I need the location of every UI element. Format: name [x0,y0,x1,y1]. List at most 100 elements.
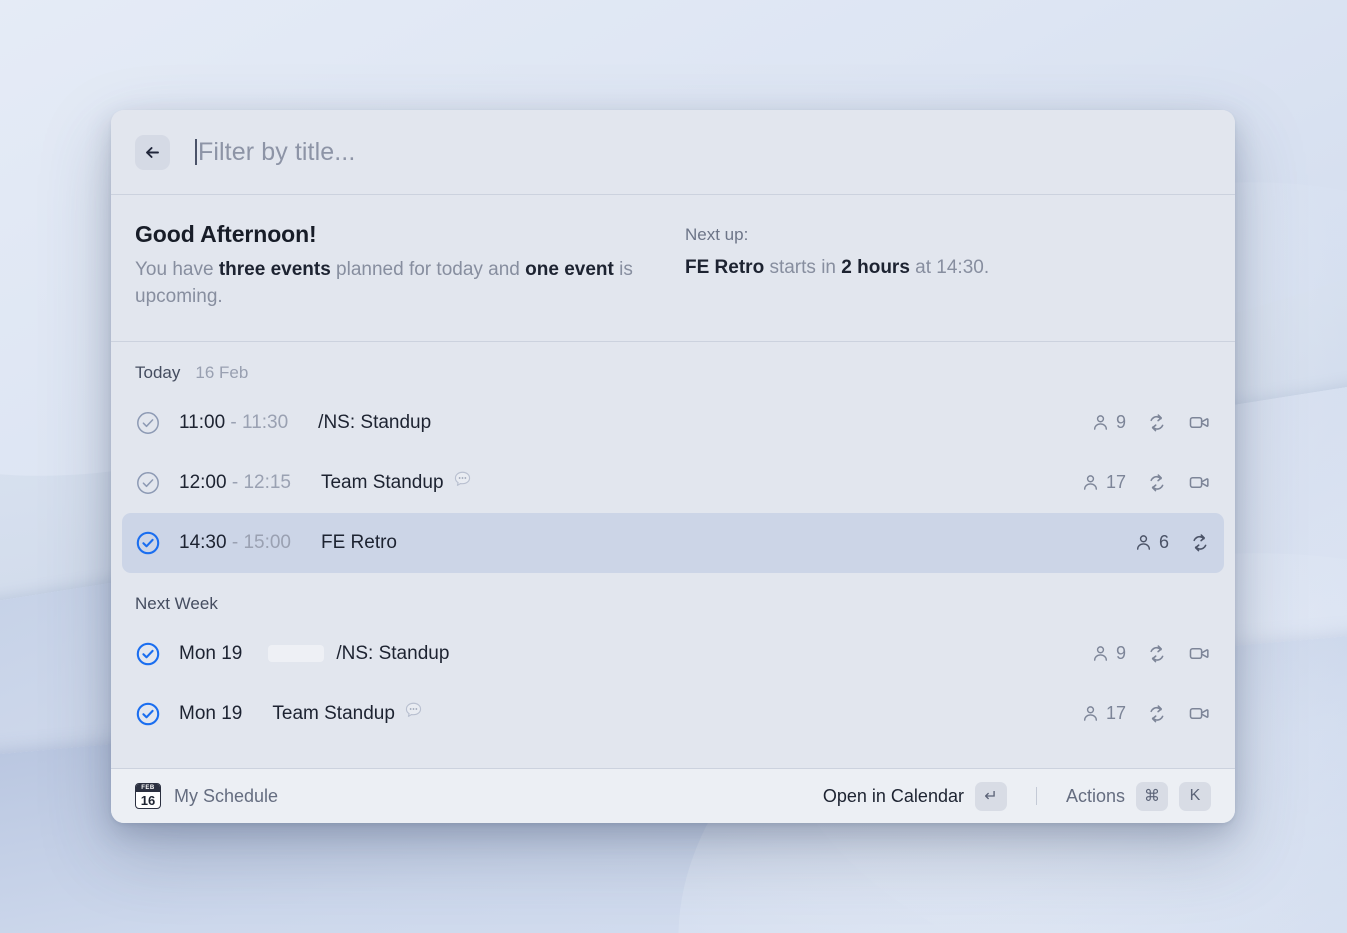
video-camera-icon[interactable] [1188,642,1211,665]
check-circle-icon[interactable] [135,641,163,667]
attendees-count: 6 [1159,532,1169,553]
event-time-start: 11:00 [179,412,225,433]
attendees-count: 9 [1116,643,1126,664]
command-palette-window: Filter by title... Good Afternoon! You h… [111,110,1235,823]
check-circle-icon[interactable] [135,530,163,556]
event-row[interactable]: 12:00 - 12:15 Team Standup 17 [122,453,1224,513]
event-time-end: 15:00 [243,532,291,553]
event-meta: 9 [1091,411,1211,434]
search-input[interactable]: Filter by title... [198,140,355,165]
attendees-count: 9 [1116,412,1126,433]
event-time: 11:00 - 11:30 [179,412,288,434]
open-in-calendar-action[interactable]: Open in Calendar ↵ [823,782,1007,811]
event-title-wrap: Team Standup [321,469,473,496]
back-button[interactable] [135,135,170,170]
comment-bubble-icon[interactable] [403,700,424,727]
video-camera-icon[interactable] [1188,702,1211,725]
repeat-icon[interactable] [1146,472,1168,494]
person-icon [1081,473,1100,492]
next-up-label: Next up: [685,225,989,245]
attendees-indicator: 9 [1091,412,1126,433]
event-time-end: 11:30 [242,412,288,433]
video-camera-icon[interactable] [1188,471,1211,494]
attendees-indicator: 6 [1134,532,1169,553]
next-up-relative-time: 2 hours [841,257,910,278]
enter-key-hint[interactable]: ↵ [975,782,1007,811]
greeting-upcoming-count: one event [525,259,614,280]
event-title: Team Standup [272,703,395,725]
actions-label: Actions [1066,786,1125,807]
event-time-start: Mon 19 [179,643,242,664]
person-icon [1091,644,1110,663]
check-circle-icon[interactable] [135,470,163,496]
event-time: Mon 19 [179,643,242,665]
event-row[interactable]: Mon 19/NS: Standup 9 [122,624,1224,684]
greeting-section: Good Afternoon! You have three events pl… [111,195,1235,342]
event-list: Today16 Feb 11:00 - 11:30/NS: Standup 9 12:… [111,342,1235,768]
event-meta: 17 [1081,471,1211,494]
next-up-detail: FE Retro starts in 2 hours at 14:30. [685,257,989,279]
attendees-count: 17 [1106,472,1126,493]
event-time-start: 14:30 [179,532,227,553]
event-title-wrap: /NS: Standup [318,412,431,434]
greeting-text-1: You have [135,259,219,280]
person-icon [1091,413,1110,432]
attendees-count: 17 [1106,703,1126,724]
event-title-wrap: FE Retro [321,532,397,554]
greeting-events-count: three events [219,259,331,280]
event-title: /NS: Standup [318,412,431,434]
event-meta: 9 [1091,642,1211,665]
search-text-caret [195,139,197,165]
event-row[interactable]: 11:00 - 11:30/NS: Standup 9 [122,393,1224,453]
event-title: Team Standup [321,472,444,494]
search-bar: Filter by title... [111,110,1235,195]
event-group-name: Today [135,363,180,383]
check-circle-icon[interactable] [135,410,163,436]
event-title: FE Retro [321,532,397,554]
event-time-placeholder [268,645,324,662]
attendees-indicator: 17 [1081,703,1126,724]
check-circle-icon[interactable] [135,701,163,727]
attendees-indicator: 9 [1091,643,1126,664]
event-title-wrap: /NS: Standup [336,643,449,665]
event-meta: 17 [1081,702,1211,725]
event-time: 12:00 - 12:15 [179,472,291,494]
event-group-header: Today16 Feb [122,342,1224,393]
event-time-dash: - [232,472,238,493]
event-row[interactable]: 14:30 - 15:00 FE Retro 6 [122,513,1224,573]
event-meta: 6 [1134,532,1211,554]
next-up-event-name: FE Retro [685,257,764,278]
next-up-text-2: at 14:30. [910,257,989,278]
person-icon [1134,533,1153,552]
event-time-start: 12:00 [179,472,227,493]
event-row[interactable]: Mon 19 Team Standup 17 [122,684,1224,744]
greeting-text-2: planned for today and [331,259,525,280]
footer-bar: FEB 16 My Schedule Open in Calendar ↵ Ac… [111,768,1235,823]
footer-divider [1036,787,1037,805]
actions-menu-trigger[interactable]: Actions ⌘ K [1066,782,1211,811]
open-in-calendar-label: Open in Calendar [823,786,964,807]
k-key-hint[interactable]: K [1179,782,1211,811]
calendar-month-label: FEB [136,784,160,792]
comment-bubble-icon[interactable] [452,469,473,496]
repeat-icon[interactable] [1189,532,1211,554]
event-title: /NS: Standup [336,643,449,665]
repeat-icon[interactable] [1146,643,1168,665]
repeat-icon[interactable] [1146,412,1168,434]
calendar-emoji-icon: FEB 16 [135,783,161,809]
desktop-background: Filter by title... Good Afternoon! You h… [0,0,1347,933]
event-group-header: Next Week [122,573,1224,624]
next-up-text-1: starts in [764,257,841,278]
video-camera-icon[interactable] [1188,411,1211,434]
greeting-summary: You have three events planned for today … [135,257,685,311]
event-time-end: 12:15 [243,472,291,493]
event-time: 14:30 - 15:00 [179,532,291,554]
command-key-hint[interactable]: ⌘ [1136,782,1168,811]
event-time-dash: - [230,412,236,433]
repeat-icon[interactable] [1146,703,1168,725]
greeting-left: Good Afternoon! You have three events pl… [135,221,685,311]
event-group-name: Next Week [135,594,218,614]
event-time-start: Mon 19 [179,703,242,724]
next-up-block: Next up: FE Retro starts in 2 hours at 1… [685,221,989,311]
footer-app-name: My Schedule [174,786,278,807]
